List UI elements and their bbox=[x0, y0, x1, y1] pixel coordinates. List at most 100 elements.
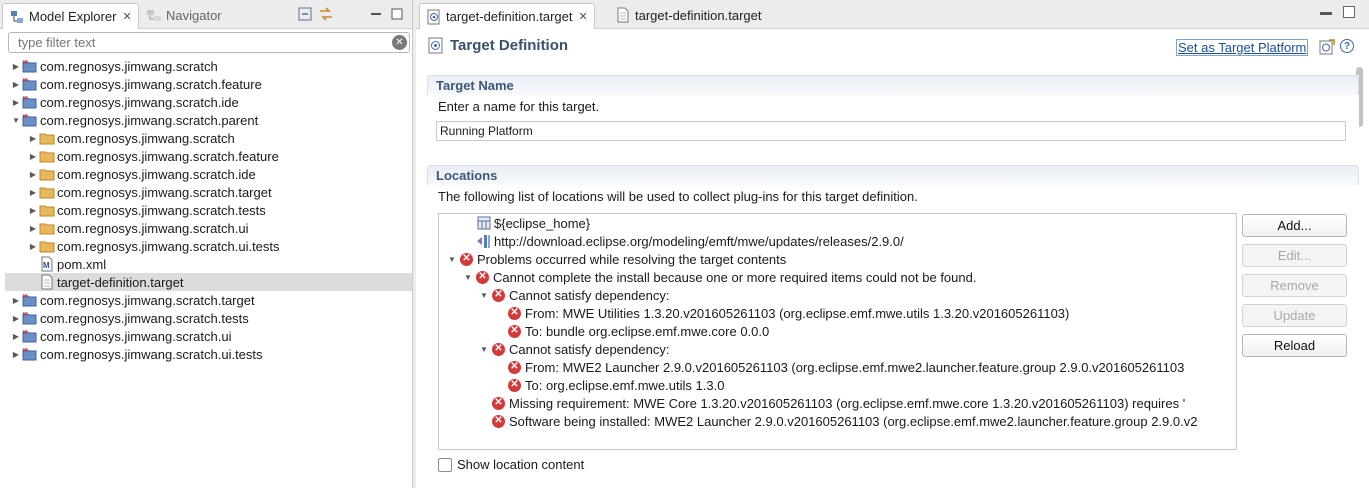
filter-input[interactable] bbox=[9, 33, 379, 52]
location-row[interactable]: ✕ Software being installed: MWE2 Launcher… bbox=[478, 412, 1197, 430]
location-row[interactable]: ▼ ✕ Problems occurred while resolving the … bbox=[446, 250, 786, 268]
target-name-field[interactable] bbox=[436, 121, 1346, 141]
collapsed-arrow-icon[interactable]: ▶ bbox=[10, 348, 22, 360]
location-row[interactable]: ▼ ✕ Cannot satisfy dependency: bbox=[478, 340, 669, 358]
expanded-arrow-icon[interactable]: ▼ bbox=[478, 291, 490, 300]
collapsed-arrow-icon[interactable]: ▶ bbox=[27, 186, 39, 198]
expanded-arrow-icon[interactable]: ▼ bbox=[10, 114, 22, 126]
location-row[interactable]: ▼ ✕ Cannot complete the install because on… bbox=[462, 268, 976, 286]
collapsed-arrow-icon[interactable]: ▶ bbox=[10, 78, 22, 90]
project-tree[interactable]: ▶ Mcom.regnosys.jimwang.scratch ▶ Mcom.regn… bbox=[0, 57, 412, 363]
show-location-content-checkbox[interactable]: Show location content bbox=[438, 457, 584, 472]
locations-section: Locations The following list of location… bbox=[427, 165, 1359, 485]
section-heading[interactable]: Target Name bbox=[427, 75, 1359, 95]
reload-button[interactable]: Reload bbox=[1242, 334, 1347, 357]
collapsed-arrow-icon[interactable]: ▶ bbox=[27, 240, 39, 252]
collapsed-arrow-icon[interactable]: ▶ bbox=[10, 312, 22, 324]
collapsed-arrow-icon[interactable]: ▶ bbox=[27, 168, 39, 180]
tree-item[interactable]: ▶ com.regnosys.jimwang.scratch.tests bbox=[0, 201, 412, 219]
section-heading[interactable]: Locations bbox=[427, 165, 1359, 185]
tree-item[interactable]: ▼ Mcom.regnosys.jimwang.scratch.parent bbox=[0, 111, 412, 129]
error-icon: ✕ bbox=[508, 378, 521, 392]
location-row[interactable]: ✕ To: org.eclipse.emf.mwe.utils 1.3.0 bbox=[494, 376, 724, 394]
collapsed-arrow-icon[interactable]: ▶ bbox=[10, 294, 22, 306]
add-button[interactable]: Add... bbox=[1242, 214, 1347, 237]
maximize-icon[interactable] bbox=[1343, 6, 1355, 18]
clear-filter-icon[interactable]: ✕ bbox=[392, 35, 407, 50]
tab-model-explorer[interactable]: Model Explorer ✕ bbox=[2, 3, 139, 29]
location-row-label: http://download.eclipse.org/modeling/emf… bbox=[494, 233, 904, 249]
collapsed-arrow-icon[interactable]: ▶ bbox=[10, 330, 22, 342]
export-target-icon[interactable] bbox=[1318, 38, 1336, 59]
location-row[interactable]: ✕ To: bundle org.eclipse.emf.mwe.core 0.0… bbox=[494, 322, 769, 340]
tree-item[interactable]: ▶ com.regnosys.jimwang.scratch.ui bbox=[0, 219, 412, 237]
error-icon: ✕ bbox=[460, 252, 473, 266]
project-icon: M bbox=[22, 292, 38, 308]
tab-label: target-definition.target bbox=[446, 9, 573, 24]
target-editor: target-definition.target ✕ target-defini… bbox=[416, 0, 1369, 488]
link-with-editor-icon[interactable] bbox=[317, 5, 335, 23]
tree-item[interactable]: ▶ com.regnosys.jimwang.scratch bbox=[0, 129, 412, 147]
target-name-input[interactable] bbox=[437, 122, 1345, 140]
edit-button[interactable]: Edit... bbox=[1242, 244, 1347, 267]
tree-item[interactable]: ▶ Mcom.regnosys.jimwang.scratch bbox=[0, 57, 412, 75]
tree-item[interactable]: ▶ com.regnosys.jimwang.scratch.feature bbox=[0, 147, 412, 165]
tree-item[interactable]: ▶ com.regnosys.jimwang.scratch.target bbox=[0, 183, 412, 201]
location-row[interactable]: ✕ From: MWE Utilities 1.3.20.v20160526110… bbox=[494, 304, 1069, 322]
collapsed-arrow-icon[interactable]: ▶ bbox=[10, 96, 22, 108]
folder-icon bbox=[39, 238, 55, 254]
collapsed-arrow-icon[interactable]: ▶ bbox=[27, 222, 39, 234]
tree-item-label: pom.xml bbox=[57, 256, 107, 272]
tree-item[interactable]: ▶ Mcom.regnosys.jimwang.scratch.ide bbox=[0, 93, 412, 111]
close-tab-icon[interactable]: ✕ bbox=[122, 10, 131, 23]
location-row-label: To: org.eclipse.emf.mwe.utils 1.3.0 bbox=[525, 377, 725, 393]
tree-item[interactable]: ▶ com.regnosys.jimwang.scratch.ui.tests bbox=[0, 237, 412, 255]
tree-item-label: com.regnosys.jimwang.scratch.feature bbox=[57, 148, 279, 164]
tree-item[interactable]: ▶ Mcom.regnosys.jimwang.scratch.ui bbox=[0, 327, 412, 345]
tree-item[interactable]: ▶ Mcom.regnosys.jimwang.scratch.tests bbox=[0, 309, 412, 327]
checkbox-box[interactable] bbox=[438, 457, 452, 472]
tree-item[interactable]: ▶ Mcom.regnosys.jimwang.scratch.feature bbox=[0, 75, 412, 93]
collapse-all-icon[interactable] bbox=[296, 5, 314, 23]
collapsed-arrow-icon[interactable]: ▶ bbox=[27, 204, 39, 216]
location-row[interactable]: ✕ From: MWE2 Launcher 2.9.0.v201605261103… bbox=[494, 358, 1184, 376]
expanded-arrow-icon[interactable]: ▼ bbox=[446, 255, 458, 264]
tree-item[interactable]: Mpom.xml bbox=[0, 255, 412, 273]
tree-item[interactable]: ▶ Mcom.regnosys.jimwang.scratch.ui.tests bbox=[0, 345, 412, 363]
tree-item[interactable]: target-definition.target bbox=[5, 273, 412, 291]
collapsed-arrow-icon[interactable]: ▶ bbox=[27, 132, 39, 144]
remove-button[interactable]: Remove bbox=[1242, 274, 1347, 297]
checkbox-label: Show location content bbox=[457, 457, 585, 472]
collapsed-arrow-icon[interactable]: ▶ bbox=[10, 60, 22, 72]
set-target-platform-link[interactable]: Set as Target Platform bbox=[1176, 39, 1309, 56]
minimize-icon[interactable] bbox=[367, 5, 385, 23]
editor-tab-active[interactable]: target-definition.target ✕ bbox=[419, 3, 595, 29]
navigator-icon bbox=[146, 7, 162, 23]
location-row[interactable]: ▼ ✕ Cannot satisfy dependency: bbox=[478, 286, 669, 304]
tab-navigator[interactable]: Navigator bbox=[140, 3, 228, 27]
location-row[interactable]: ${eclipse_home} bbox=[462, 214, 590, 232]
filter-field[interactable]: ✕ bbox=[8, 32, 410, 53]
tree-item[interactable]: ▶ com.regnosys.jimwang.scratch.ide bbox=[0, 165, 412, 183]
update-button[interactable]: Update bbox=[1242, 304, 1347, 327]
tree-item-label: com.regnosys.jimwang.scratch.ui.tests bbox=[40, 346, 263, 362]
editor-tab[interactable]: target-definition.target bbox=[609, 3, 767, 27]
location-row[interactable]: ✕ Missing requirement: MWE Core 1.3.20.v2… bbox=[478, 394, 1185, 412]
locations-tree[interactable]: ${eclipse_home} http://download.eclipse.o… bbox=[438, 213, 1237, 450]
help-icon[interactable]: ? bbox=[1340, 39, 1354, 53]
tab-label: Navigator bbox=[166, 7, 222, 23]
tree-item[interactable]: ▶ Mcom.regnosys.jimwang.scratch.target bbox=[0, 291, 412, 309]
folder-icon bbox=[39, 184, 55, 200]
maximize-icon[interactable] bbox=[388, 5, 406, 23]
close-tab-icon[interactable]: ✕ bbox=[578, 10, 587, 23]
location-row-label: ${eclipse_home} bbox=[494, 215, 591, 231]
collapsed-arrow-icon[interactable]: ▶ bbox=[27, 150, 39, 162]
maven-file-icon: M bbox=[39, 256, 55, 272]
expanded-arrow-icon[interactable]: ▼ bbox=[462, 273, 474, 282]
expanded-arrow-icon[interactable]: ▼ bbox=[478, 345, 490, 354]
location-row-label: From: MWE2 Launcher 2.9.0.v201605261103 … bbox=[525, 359, 1185, 375]
minimize-icon[interactable] bbox=[1320, 12, 1332, 15]
location-row[interactable]: http://download.eclipse.org/modeling/emf… bbox=[462, 232, 904, 250]
